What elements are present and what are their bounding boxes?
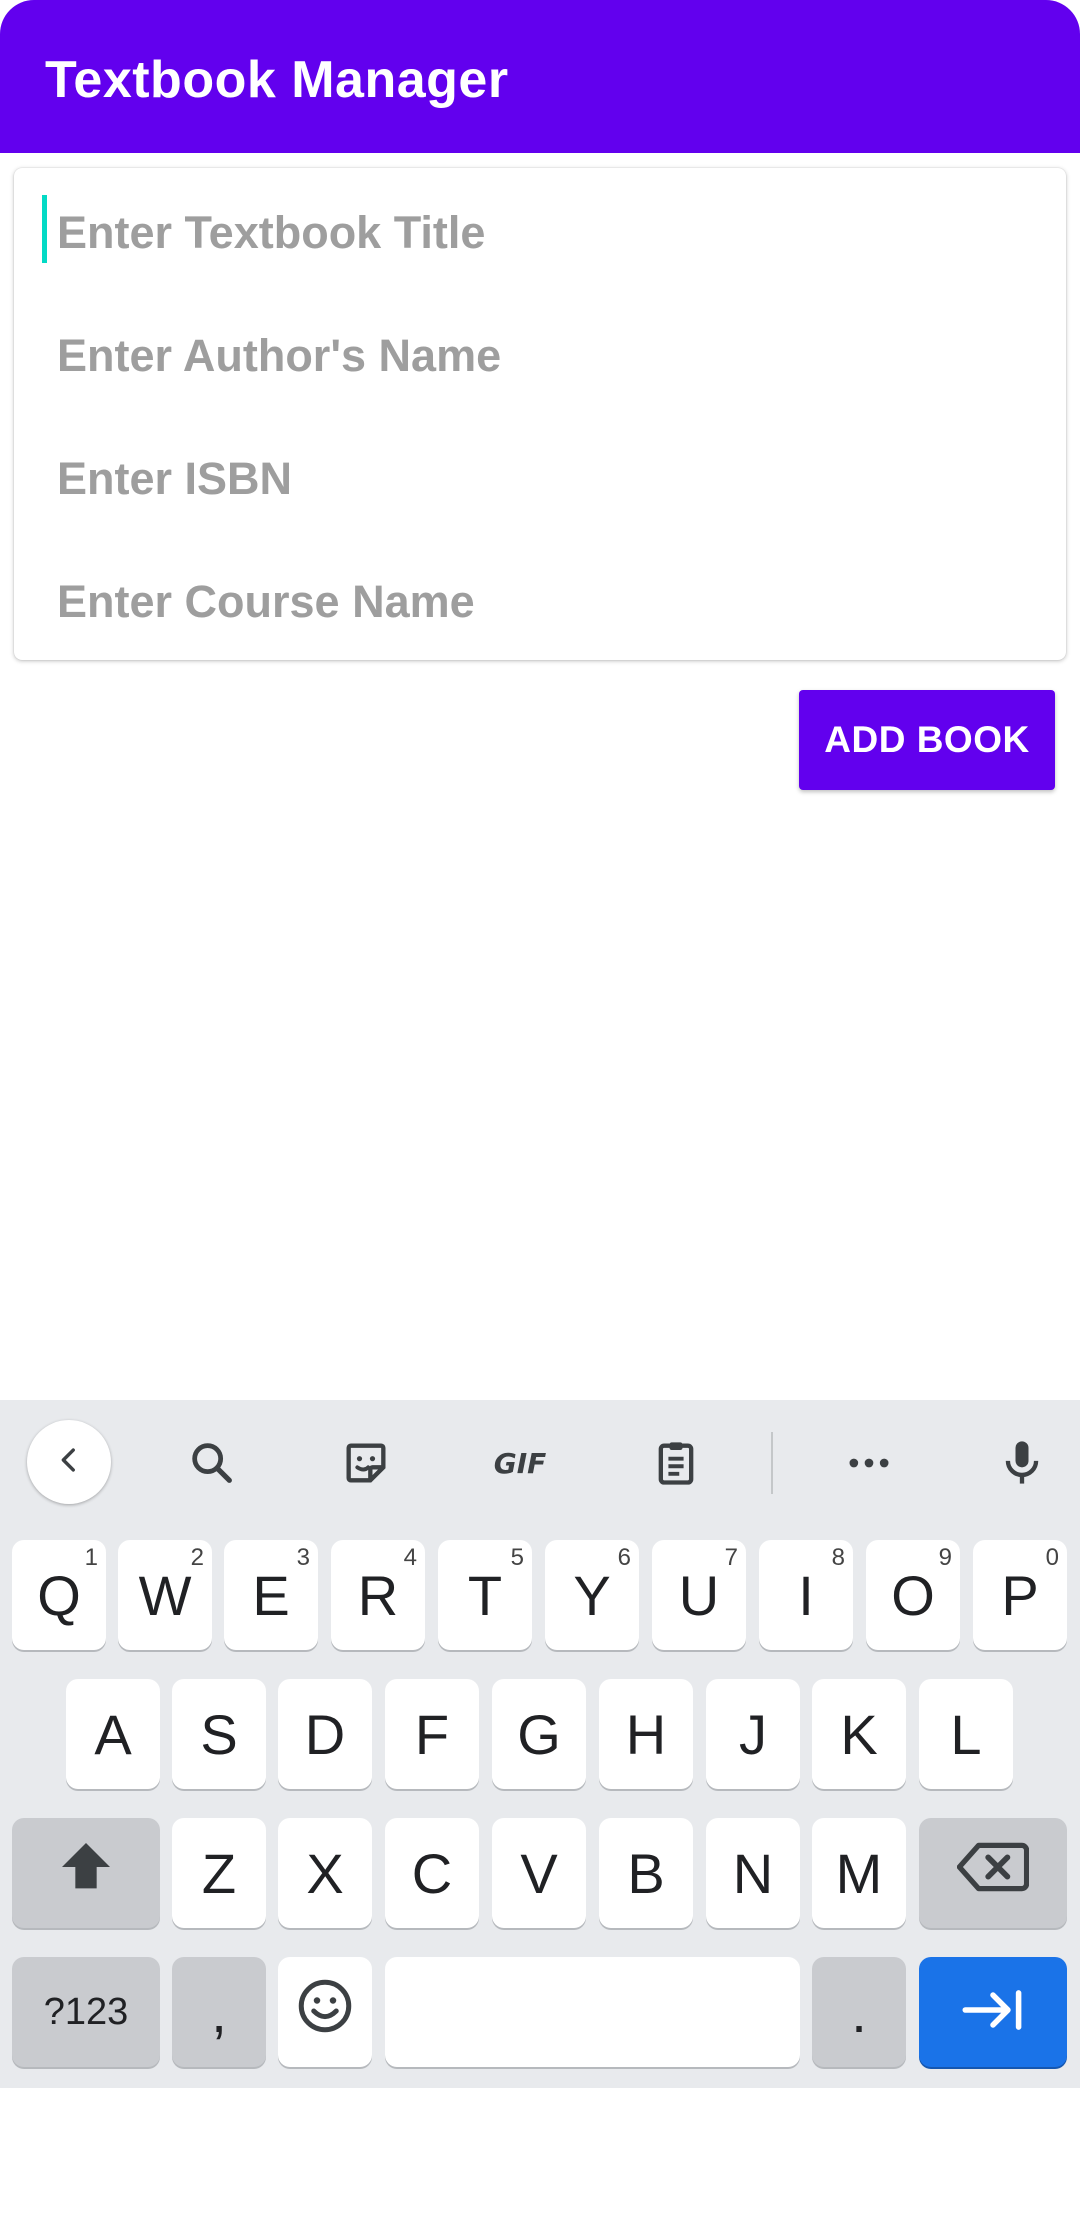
period-key[interactable]: .: [812, 1957, 906, 2067]
key-u[interactable]: U7: [652, 1540, 746, 1650]
toolbar-divider: [771, 1432, 773, 1494]
key-o[interactable]: O9: [866, 1540, 960, 1650]
shift-icon: [54, 1835, 118, 1912]
key-l[interactable]: L: [919, 1679, 1013, 1789]
space-bar[interactable]: [385, 1957, 800, 2067]
keyboard-toolbar: GIF: [0, 1400, 1080, 1530]
key-q[interactable]: Q1: [12, 1540, 106, 1650]
key-b[interactable]: B: [599, 1818, 693, 1928]
voice-input-button[interactable]: [977, 1420, 1067, 1510]
text-cursor: [42, 195, 47, 263]
key-e[interactable]: E3: [224, 1540, 318, 1650]
isbn-input[interactable]: [42, 424, 1042, 534]
gif-button[interactable]: GIF: [475, 1420, 565, 1510]
key-z[interactable]: Z: [172, 1818, 266, 1928]
key-m[interactable]: M: [812, 1818, 906, 1928]
sticker-button[interactable]: [321, 1420, 411, 1510]
backspace-key[interactable]: [919, 1818, 1067, 1928]
course-name-input[interactable]: [42, 547, 1042, 657]
key-i[interactable]: I8: [759, 1540, 853, 1650]
key-a[interactable]: A: [66, 1679, 160, 1789]
shift-key[interactable]: [12, 1818, 160, 1928]
gif-icon: GIF: [485, 1443, 555, 1488]
app-bar: Textbook Manager: [0, 0, 1080, 153]
key-c[interactable]: C: [385, 1818, 479, 1928]
key-d[interactable]: D: [278, 1679, 372, 1789]
key-k[interactable]: K: [812, 1679, 906, 1789]
key-h[interactable]: H: [599, 1679, 693, 1789]
app-title: Textbook Manager: [45, 51, 509, 109]
key-n[interactable]: N: [706, 1818, 800, 1928]
clipboard-icon: [650, 1437, 702, 1494]
backspace-icon: [956, 1839, 1030, 1908]
clipboard-button[interactable]: [631, 1420, 721, 1510]
key-s[interactable]: S: [172, 1679, 266, 1789]
microphone-icon: [996, 1437, 1048, 1494]
emoji-icon: [295, 1976, 355, 2049]
svg-text:GIF: GIF: [494, 1447, 547, 1480]
more-horizontal-icon: [843, 1437, 895, 1494]
key-f[interactable]: F: [385, 1679, 479, 1789]
textbook-title-input[interactable]: [42, 178, 1042, 288]
key-p[interactable]: P0: [973, 1540, 1067, 1650]
sticker-icon: [340, 1437, 392, 1494]
emoji-key[interactable]: [278, 1957, 372, 2067]
key-j[interactable]: J: [706, 1679, 800, 1789]
key-x[interactable]: X: [278, 1818, 372, 1928]
search-button[interactable]: [167, 1420, 257, 1510]
next-field-key[interactable]: [919, 1957, 1067, 2067]
key-v[interactable]: V: [492, 1818, 586, 1928]
tab-next-icon: [961, 1980, 1025, 2045]
chevron-left-icon: [52, 1443, 86, 1482]
soft-keyboard: GIF Q1 W2 E3 R4 T5 Y6 U7 I8 O9 P0 A S D …: [0, 1400, 1080, 2088]
collapse-toolbar-button[interactable]: [27, 1420, 111, 1504]
symbols-key[interactable]: ?123: [12, 1957, 160, 2067]
author-name-input[interactable]: [42, 301, 1042, 411]
key-y[interactable]: Y6: [545, 1540, 639, 1650]
more-options-button[interactable]: [824, 1420, 914, 1510]
add-book-button[interactable]: ADD BOOK: [799, 690, 1055, 790]
key-t[interactable]: T5: [438, 1540, 532, 1650]
search-icon: [186, 1437, 238, 1494]
book-form-card: [14, 168, 1066, 660]
comma-key[interactable]: ,: [172, 1957, 266, 2067]
key-g[interactable]: G: [492, 1679, 586, 1789]
key-w[interactable]: W2: [118, 1540, 212, 1650]
key-r[interactable]: R4: [331, 1540, 425, 1650]
